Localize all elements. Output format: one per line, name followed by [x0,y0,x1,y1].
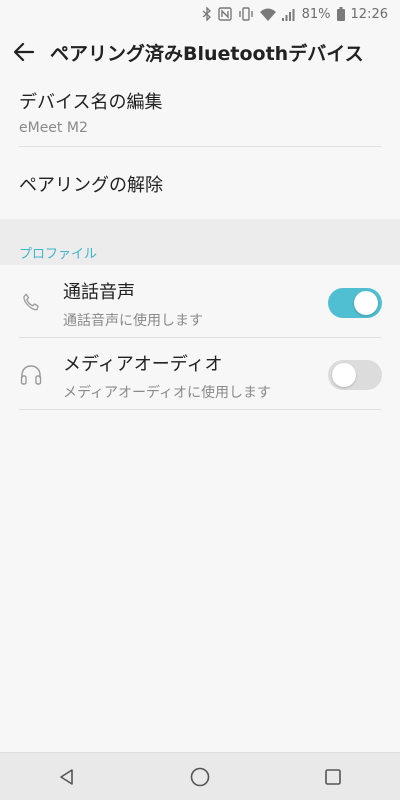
app-bar: ペアリング済みBluetoothデバイス [0,28,400,76]
call-audio-subtitle: 通話音声に使用します [63,313,203,329]
rename-label: デバイス名の編集 [19,92,163,113]
nav-home-button[interactable] [170,753,230,800]
unpair-label: ペアリングの解除 [19,175,163,196]
square-recents-icon [325,768,342,785]
toggle-knob [354,291,378,315]
media-audio-subtitle: メディアオーディオに使用します [63,385,272,401]
phone-icon [18,290,44,316]
clock: 12:26 [350,6,388,22]
arrow-left-icon [14,43,34,61]
battery-percent: 81% [301,6,331,22]
divider [19,409,381,410]
screen: 81% 12:26 ペアリング済みBluetoothデバイス デバイス名の編集 … [0,0,400,800]
vibrate-icon [238,7,254,21]
circle-home-icon [190,767,210,786]
rename-device-row[interactable]: デバイス名の編集 eMeet M2 [0,76,400,148]
device-name: eMeet M2 [19,120,88,136]
bluetooth-icon [202,7,212,21]
nfc-icon [217,7,232,21]
nav-recents-button[interactable] [303,753,363,800]
status-bar: 81% 12:26 [0,0,400,28]
navigation-bar [0,752,400,800]
profile-row-call-audio[interactable]: 通話音声 通話音声に使用します [0,266,400,338]
back-button[interactable] [0,28,48,76]
nav-back-button[interactable] [37,753,97,800]
page-title: ペアリング済みBluetoothデバイス [50,42,364,65]
toggle-knob [332,363,356,387]
unpair-row[interactable]: ペアリングの解除 [0,147,400,219]
headphones-icon [18,362,44,388]
wifi-icon [259,8,276,21]
profiles-header: プロファイル [19,247,98,262]
call-audio-toggle[interactable] [328,288,382,318]
battery-icon [336,7,345,21]
triangle-back-icon [59,768,73,785]
call-audio-title: 通話音声 [63,282,135,303]
media-audio-toggle[interactable] [328,360,382,390]
profile-row-media-audio[interactable]: メディアオーディオ メディアオーディオに使用します [0,338,400,410]
media-audio-title: メディアオーディオ [63,354,223,375]
signal-icon [281,8,296,21]
